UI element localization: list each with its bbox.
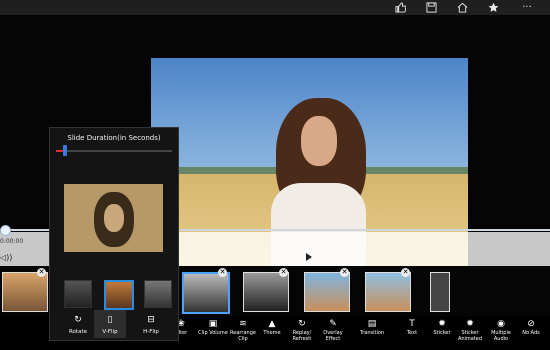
vflip-icon: ▯ (107, 315, 113, 325)
sticker-animated-icon: ✹ (466, 319, 474, 329)
refresh-icon: ↻ (298, 319, 306, 329)
clip-thumbnail[interactable] (243, 272, 289, 312)
clip-thumbnail[interactable] (182, 272, 230, 314)
audio-icon: ◉ (497, 319, 505, 329)
clip-volume-icon: ▣ (208, 319, 218, 329)
close-icon[interactable]: ✕ (401, 268, 410, 277)
hflip-button[interactable]: ⊟ H-Flip (136, 315, 166, 335)
thumbs-up-icon[interactable] (390, 0, 410, 15)
clip-thumbnail[interactable] (304, 272, 350, 312)
duration-slider-fill (56, 150, 63, 152)
star-icon[interactable] (483, 0, 503, 15)
text-button[interactable]: T Text (395, 318, 429, 348)
more-icon[interactable]: ··· (517, 0, 537, 15)
transition-icon: ▤ (367, 319, 377, 329)
theme-button[interactable]: ▲ Theme (255, 318, 289, 348)
seek-knob[interactable] (0, 225, 11, 236)
multiple-audio-button[interactable]: ◉ Multiple Audio (484, 318, 518, 348)
close-icon[interactable]: ✕ (218, 268, 227, 277)
transition-button[interactable]: ▤ Transition (355, 318, 389, 348)
no-ads-button[interactable]: ⊘ No Ads (514, 318, 548, 348)
vflip-button[interactable]: ▯ V-Flip (95, 315, 125, 335)
sticker-animated-button[interactable]: ✹ Sticker Animated (453, 318, 487, 348)
home-icon[interactable] (452, 0, 472, 15)
text-icon: T (409, 319, 415, 329)
clip-volume-button[interactable]: ▣ Clip Volume (196, 318, 230, 348)
duration-slider[interactable] (56, 145, 172, 156)
slide-preview-image (64, 184, 163, 252)
preview-thumbnail[interactable] (64, 280, 92, 308)
close-icon[interactable]: ✕ (279, 268, 288, 277)
clip-thumbnail[interactable] (365, 272, 411, 312)
preview-thumbnail[interactable] (144, 280, 172, 308)
save-icon[interactable] (421, 0, 441, 15)
slide-duration-panel: Slide Duration(in Seconds) ↻ Rotate ▯ V-… (49, 127, 179, 341)
replay-refresh-button[interactable]: ↻ Replay/ Refresh (285, 318, 319, 348)
play-icon[interactable] (306, 253, 312, 261)
no-ads-icon: ⊘ (527, 319, 535, 329)
close-icon[interactable]: ✕ (37, 268, 46, 277)
preview-thumbnail[interactable] (104, 280, 134, 310)
panel-title: Slide Duration(in Seconds) (67, 134, 161, 142)
rotate-icon: ↻ (74, 315, 82, 325)
clip-thumbnail[interactable] (430, 272, 450, 312)
theme-icon: ▲ (268, 319, 276, 329)
duration-slider-knob[interactable] (62, 145, 67, 156)
close-icon[interactable]: ✕ (340, 268, 349, 277)
overlay-effect-button[interactable]: ✎ Overlay Effect (316, 318, 350, 348)
overlay-icon: ✎ (329, 319, 337, 329)
clip-thumbnail[interactable] (2, 272, 48, 312)
volume-icon[interactable]: ◁)) (0, 253, 12, 262)
time-label: 0:00:00 (0, 238, 24, 245)
hflip-icon: ⊟ (147, 315, 155, 325)
rotate-button[interactable]: ↻ Rotate (63, 315, 93, 335)
